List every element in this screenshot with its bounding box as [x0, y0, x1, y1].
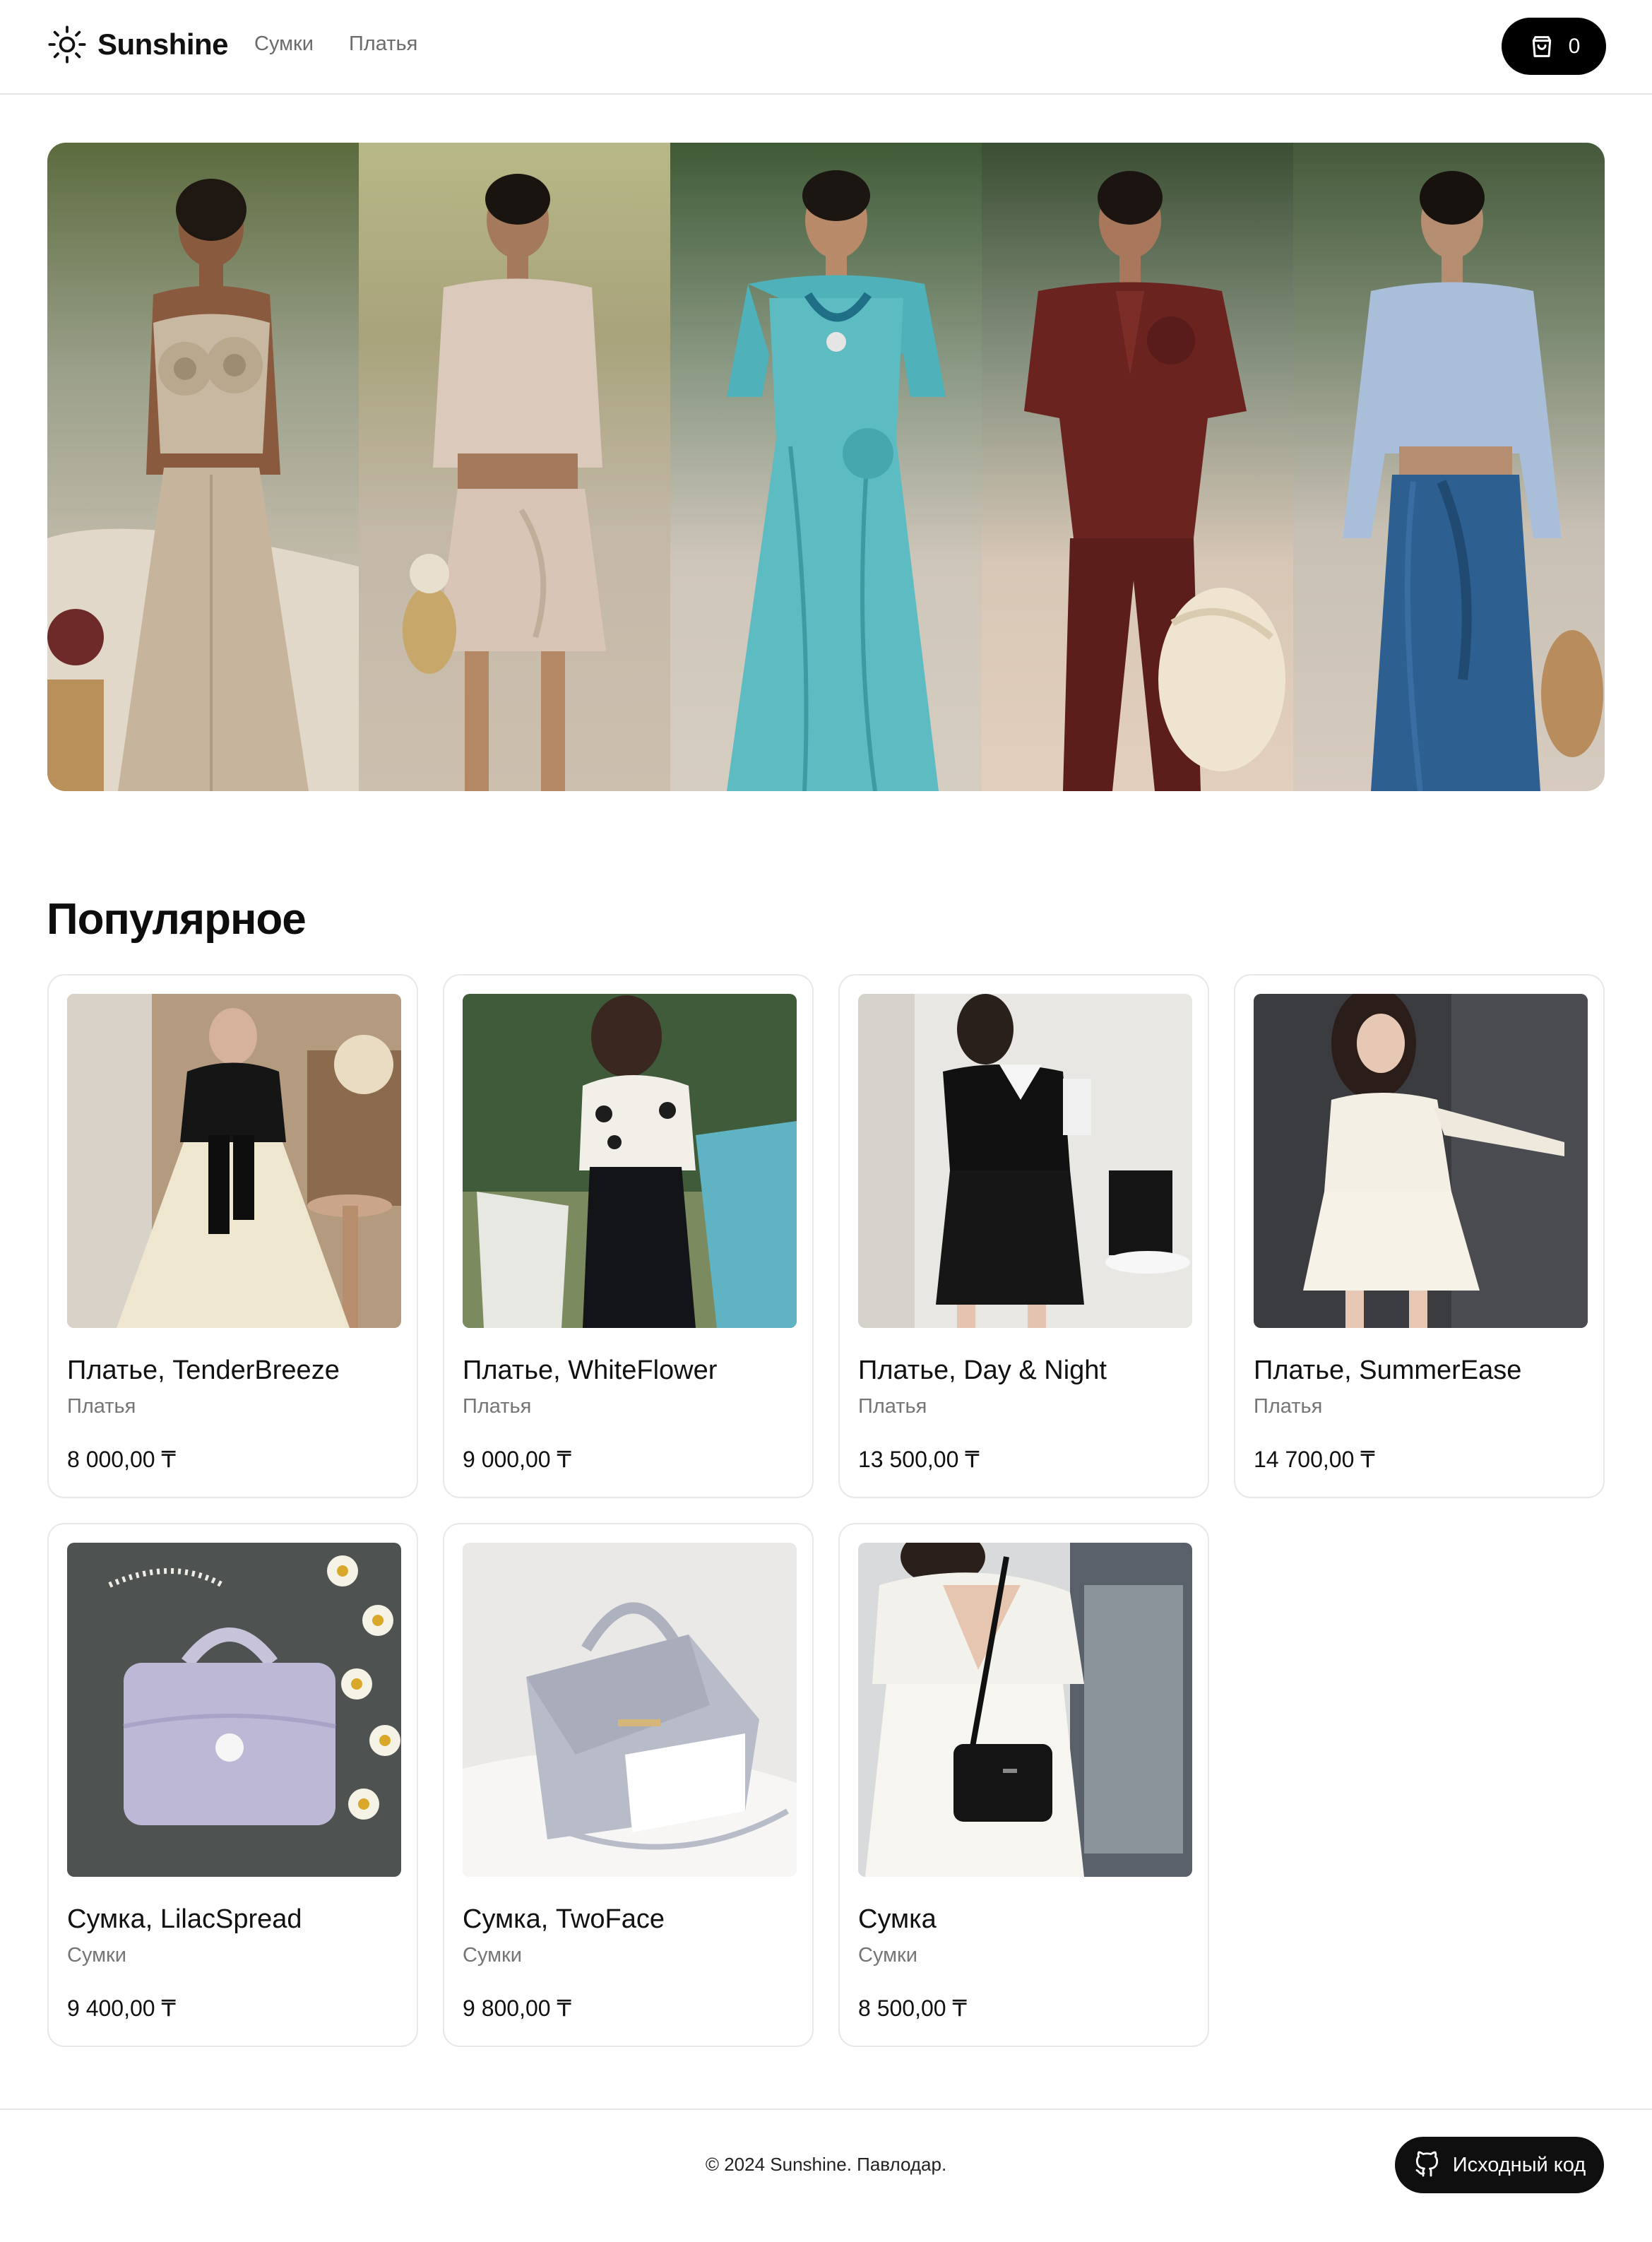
product-card[interactable]: Платье, WhiteFlower Платья 9 000,00 ₸ — [443, 974, 814, 1498]
product-image — [858, 994, 1192, 1328]
product-name: Сумка, LilacSpread — [67, 1904, 302, 1934]
cart-button[interactable]: 0 — [1502, 18, 1606, 75]
product-price: 14 700,00 ₸ — [1254, 1447, 1375, 1472]
product-card[interactable]: Платье, Day & Night Платья 13 500,00 ₸ — [838, 974, 1209, 1498]
nav-link-dresses[interactable]: Платья — [349, 32, 417, 56]
product-card[interactable]: Сумка, TwoFace Сумки 9 800,00 ₸ — [443, 1523, 814, 2047]
product-image — [463, 1543, 797, 1877]
product-price: 8 500,00 ₸ — [858, 1995, 967, 2021]
product-price: 8 000,00 ₸ — [67, 1447, 176, 1472]
site-header: Sunshine Сумки Платья 0 — [0, 0, 1652, 95]
hero-image-2 — [359, 143, 670, 791]
hero-banner — [47, 143, 1605, 791]
nav-link-bags[interactable]: Сумки — [254, 32, 314, 56]
product-price: 9 000,00 ₸ — [463, 1447, 571, 1472]
source-code-label: Исходный код — [1452, 2153, 1586, 2176]
product-image — [67, 994, 401, 1328]
hero-image-1 — [47, 143, 359, 791]
product-image — [67, 1543, 401, 1877]
product-category: Сумки — [67, 1944, 126, 1967]
product-image — [1254, 994, 1588, 1328]
product-category: Сумки — [858, 1944, 917, 1967]
source-code-button[interactable]: Исходный код — [1395, 2137, 1604, 2193]
product-name: Платье, WhiteFlower — [463, 1356, 718, 1385]
product-name: Сумка, TwoFace — [463, 1904, 665, 1934]
product-price: 13 500,00 ₸ — [858, 1447, 980, 1472]
product-card[interactable]: Платье, SummerEase Платья 14 700,00 ₸ — [1234, 974, 1605, 1498]
product-card[interactable]: Сумка, LilacSpread Сумки 9 400,00 ₸ — [47, 1523, 418, 2047]
product-category: Платья — [858, 1395, 927, 1418]
product-name: Платье, TenderBreeze — [67, 1356, 340, 1385]
sun-icon — [48, 25, 86, 64]
shopping-bag-icon — [1532, 35, 1551, 57]
hero-image-5 — [1293, 143, 1605, 791]
product-price: 9 800,00 ₸ — [463, 1995, 571, 2021]
cart-count: 0 — [1568, 34, 1581, 58]
product-card[interactable]: Сумка Сумки 8 500,00 ₸ — [838, 1523, 1209, 2047]
product-image — [858, 1543, 1192, 1877]
hero-image-4 — [982, 143, 1293, 791]
product-name: Платье, Day & Night — [858, 1356, 1107, 1385]
product-card[interactable]: Платье, TenderBreeze Платья 8 000,00 ₸ — [47, 974, 418, 1498]
product-name: Платье, SummerEase — [1254, 1356, 1522, 1385]
brand-logo-link[interactable]: Sunshine — [47, 24, 229, 65]
product-category: Сумки — [463, 1944, 522, 1967]
product-image — [463, 994, 797, 1328]
product-price: 9 400,00 ₸ — [67, 1995, 176, 2021]
product-category: Платья — [67, 1395, 136, 1418]
product-category: Платья — [463, 1395, 532, 1418]
site-footer: © 2024 Sunshine. Павлодар. Исходный код — [0, 2108, 1652, 2242]
github-icon — [1415, 2151, 1438, 2177]
product-category: Платья — [1254, 1395, 1323, 1418]
product-name: Сумка — [858, 1904, 937, 1934]
main-nav: Сумки Платья — [254, 32, 417, 56]
hero-image-3 — [670, 143, 982, 791]
brand-name: Sunshine — [97, 28, 229, 61]
popular-section-title: Популярное — [47, 895, 307, 944]
